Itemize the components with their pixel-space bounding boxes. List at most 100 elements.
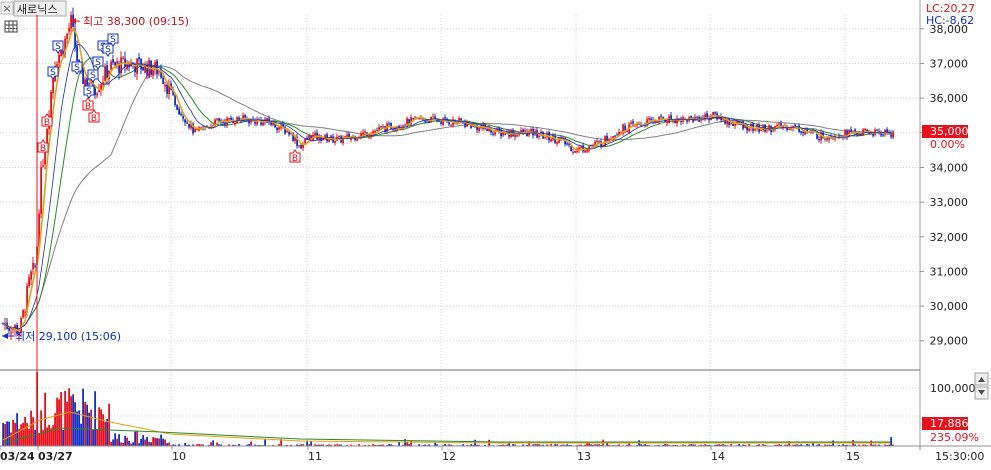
table-grid-icon[interactable] xyxy=(5,21,17,32)
candle-body xyxy=(606,136,608,141)
buy-signal-label: B xyxy=(91,114,97,124)
time-tick-label: 12 xyxy=(442,450,456,463)
candle-body xyxy=(40,167,42,214)
sell-signal-label: S xyxy=(95,58,101,68)
scroll-up-button[interactable] xyxy=(975,373,988,385)
close-icon[interactable]: × xyxy=(2,2,11,15)
candle-body xyxy=(438,121,440,122)
sell-signal-label: S xyxy=(110,35,116,45)
candle-body xyxy=(574,151,576,152)
candle-body xyxy=(788,129,790,130)
candle-body xyxy=(872,134,874,136)
time-tick-label: 11 xyxy=(308,450,322,463)
candle-body xyxy=(864,129,866,131)
candle-body xyxy=(486,129,488,131)
candle-body xyxy=(666,122,668,123)
volume-bar xyxy=(112,439,114,446)
volume-bar xyxy=(82,389,84,446)
volume-bar xyxy=(98,407,100,446)
volume-bar xyxy=(8,422,10,446)
candle-body xyxy=(412,118,414,119)
candle-body xyxy=(152,70,154,75)
price-tick-label: 32,000 xyxy=(930,231,969,244)
scroll-down-button[interactable] xyxy=(975,387,988,399)
candle-body xyxy=(238,118,240,120)
candle-body xyxy=(88,83,90,84)
volume-bar xyxy=(114,433,116,446)
volume-bar xyxy=(74,402,76,446)
grid-icon-frame[interactable] xyxy=(5,21,17,32)
volume-bar xyxy=(154,438,156,446)
volume-bar xyxy=(30,411,32,446)
candle-body xyxy=(8,328,10,331)
candle-body xyxy=(104,66,106,80)
sell-signal-label: S xyxy=(74,63,80,73)
candle-body xyxy=(166,85,168,94)
volume-bar xyxy=(56,398,58,446)
candle-body xyxy=(270,122,272,124)
volume-bar xyxy=(24,417,26,446)
candle-body xyxy=(58,55,60,63)
time-tick-label: 15:30:00 xyxy=(935,450,984,463)
candle-body xyxy=(544,137,546,138)
volume-bar xyxy=(84,402,86,446)
sell-signal-label: S xyxy=(86,87,92,97)
volume-bar xyxy=(158,438,160,446)
candle-body xyxy=(392,129,394,130)
candle-body xyxy=(538,136,540,137)
volume-bar xyxy=(140,439,142,446)
candle-body xyxy=(432,117,434,118)
buy-signal-label: B xyxy=(292,154,298,164)
candle-body xyxy=(304,139,306,143)
time-tick-label: 03/27 xyxy=(38,450,73,463)
volume-bar xyxy=(40,410,42,446)
candle-body xyxy=(28,277,30,286)
candle-body xyxy=(800,131,802,132)
candle-body xyxy=(182,116,184,119)
volume-bar xyxy=(108,404,110,446)
low-label: 최저 29,100 (15:06) xyxy=(15,330,121,343)
candle-body xyxy=(502,133,504,136)
candle-body xyxy=(566,143,568,144)
candle-body xyxy=(826,139,828,140)
candle-body xyxy=(328,140,330,143)
chart-canvas[interactable]: × 새로닉스 SSSSSSSSSBBBBB 38,00037,00036,000… xyxy=(0,0,991,466)
candle-body xyxy=(30,272,32,280)
candle-body xyxy=(314,133,316,135)
volume-bar xyxy=(104,422,106,446)
price-tick-label: 33,000 xyxy=(930,196,969,209)
time-tick-label: 14 xyxy=(711,450,725,463)
volume-bar xyxy=(62,430,64,446)
sell-signal-label: S xyxy=(50,68,56,78)
candle-body xyxy=(176,105,178,110)
sell-signal-label: S xyxy=(55,42,61,52)
hc-indicator: HC:-8,62 xyxy=(926,14,974,27)
volume-bar xyxy=(152,437,154,446)
buy-signal-label: B xyxy=(44,118,50,128)
time-tick-label: 03/24 xyxy=(0,450,35,463)
low-annotation: 최저 29,100 (15:06) xyxy=(2,330,121,343)
volume-bar xyxy=(162,439,164,446)
sell-signal-label: S xyxy=(105,45,111,55)
candle-body xyxy=(616,135,618,136)
price-tick-label: 29,000 xyxy=(930,335,969,348)
candle-body xyxy=(712,112,714,115)
volume-axis-label: 100,000 xyxy=(930,382,976,395)
volume-bar xyxy=(58,399,60,446)
candle-body xyxy=(106,65,108,78)
volume-bar xyxy=(10,433,12,446)
volume-bar xyxy=(146,437,148,446)
candle-body xyxy=(850,129,852,131)
candle-body xyxy=(882,134,884,135)
close-button[interactable]: × xyxy=(1,2,13,15)
volume-bar xyxy=(28,429,30,446)
stock-name-tab[interactable]: 새로닉스 xyxy=(14,1,66,16)
candle-body xyxy=(556,142,558,144)
volume-bar xyxy=(406,442,408,446)
candle-body xyxy=(382,127,384,128)
candle-body xyxy=(300,145,302,149)
candle-body xyxy=(714,112,716,114)
candle-body xyxy=(572,152,574,153)
time-tick-label: 13 xyxy=(577,450,591,463)
candle-body xyxy=(776,125,778,126)
